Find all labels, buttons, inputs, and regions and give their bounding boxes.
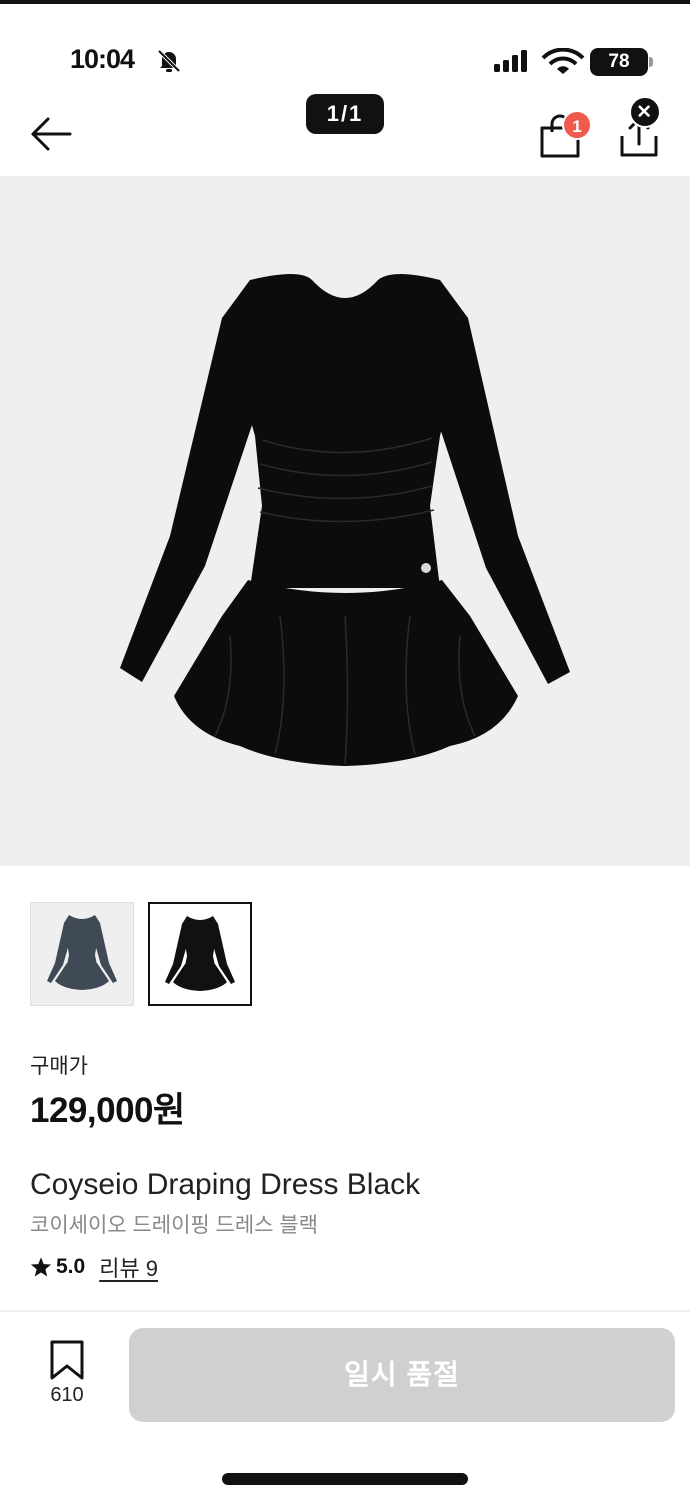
price-value: 129,000원 [30, 1091, 185, 1130]
cart-count-badge: 1 [562, 110, 592, 140]
thumbnail-gray-dress [47, 915, 117, 990]
battery-icon: 78 [590, 48, 654, 76]
product-image[interactable] [0, 176, 690, 866]
status-time: 10:04 [70, 44, 135, 74]
rating-value: 5.0 [56, 1255, 86, 1278]
bookmark-button[interactable]: 610 [40, 1340, 94, 1410]
product-name-korean: 코이세이오 드레이핑 드레스 블랙 [30, 1214, 318, 1237]
bookmark-count: 610 [50, 1384, 84, 1406]
battery-level: 78 [608, 51, 630, 72]
bookmark-icon [50, 1340, 84, 1380]
bell-off-icon [157, 49, 181, 73]
thumbnail-black-dress [165, 916, 235, 991]
wifi-icon [541, 48, 585, 74]
soldout-button[interactable]: 일시 품절 [129, 1328, 675, 1422]
bottom-divider [0, 1310, 690, 1312]
home-indicator[interactable] [222, 1473, 468, 1485]
review-link[interactable]: 리뷰 9 [99, 1251, 158, 1283]
signal-icon [494, 50, 527, 72]
star-icon [30, 1257, 52, 1277]
product-name: Coyseio Draping Dress Black [30, 1168, 421, 1201]
price-label: 구매가 [30, 1055, 88, 1078]
rating-row: 5.0 리뷰 9 [30, 1252, 158, 1282]
image-page-counter: 1/1 [306, 94, 384, 134]
dress-image [120, 274, 570, 766]
thumbnail-black[interactable] [148, 902, 252, 1006]
top-nav: 1/1 1 [0, 86, 690, 176]
back-arrow-icon[interactable] [28, 114, 74, 154]
thumbnail-gray[interactable] [30, 902, 134, 1006]
status-bar: 10:04 78 [0, 0, 690, 86]
close-icon[interactable] [629, 96, 661, 128]
